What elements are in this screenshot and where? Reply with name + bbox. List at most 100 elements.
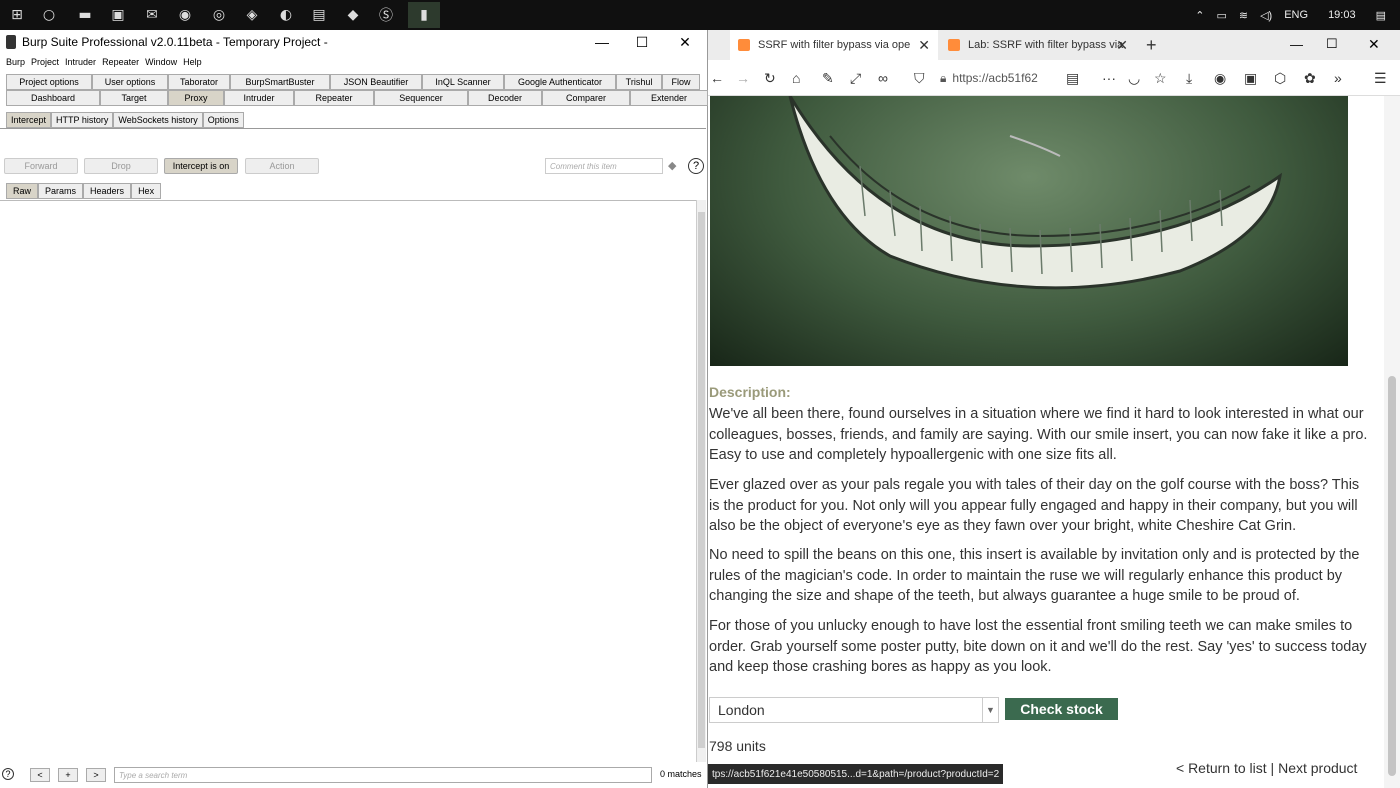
scrollbar-thumb[interactable] bbox=[698, 212, 705, 748]
hamburger-menu-icon[interactable]: ☰ bbox=[1374, 70, 1387, 87]
pocket-icon[interactable]: ◡ bbox=[1128, 70, 1140, 87]
close-icon[interactable]: ✕ bbox=[1368, 36, 1380, 53]
page-scrollbar-thumb[interactable] bbox=[1388, 376, 1396, 776]
action-button[interactable]: Action bbox=[245, 158, 319, 174]
tab-taborator[interactable]: Taborator bbox=[168, 74, 230, 90]
tab-json-beautifier[interactable]: JSON Beautifier bbox=[330, 74, 422, 90]
cortana-icon[interactable]: ○ bbox=[38, 4, 60, 26]
more-icon[interactable]: ··· bbox=[1102, 70, 1116, 86]
tab-dashboard[interactable]: Dashboard bbox=[6, 90, 100, 106]
wrench-icon[interactable]: ✎ bbox=[822, 70, 834, 87]
reader-icon[interactable]: ▤ bbox=[1066, 70, 1079, 87]
intercept-toggle-button[interactable]: Intercept is on bbox=[164, 158, 238, 174]
windows-start-icon[interactable]: ⊞ bbox=[6, 4, 28, 26]
new-tab-button[interactable]: + bbox=[1146, 35, 1157, 56]
prev-match-button[interactable]: < bbox=[30, 768, 50, 782]
app-icon[interactable]: ◆ bbox=[342, 4, 364, 26]
help-icon[interactable]: ? bbox=[688, 158, 704, 174]
tab-trishul[interactable]: Trishul bbox=[616, 74, 662, 90]
chevron-down-icon[interactable]: ▼ bbox=[982, 698, 998, 722]
browser-tab-1[interactable]: SSRF with filter bypass via ope ✕ bbox=[730, 30, 938, 60]
skype-icon[interactable]: Ⓢ bbox=[375, 4, 397, 26]
mail-icon[interactable]: ✉ bbox=[141, 4, 163, 26]
browser-tab-2[interactable]: Lab: SSRF with filter bypass via ✕ bbox=[940, 30, 1136, 60]
file-explorer-icon[interactable]: ▬ bbox=[74, 4, 96, 26]
tab-repeater[interactable]: Repeater bbox=[294, 90, 374, 106]
search-input[interactable]: Type a search term bbox=[114, 767, 652, 783]
shield-app-icon[interactable]: ◈ bbox=[241, 4, 263, 26]
minimize-icon[interactable]: — bbox=[1290, 37, 1303, 52]
chrome-icon[interactable]: ◎ bbox=[208, 4, 230, 26]
drop-button[interactable]: Drop bbox=[84, 158, 158, 174]
tab-intruder[interactable]: Intruder bbox=[224, 90, 294, 106]
forward-icon[interactable]: → bbox=[736, 70, 750, 86]
bookmark-star-icon[interactable]: ☆ bbox=[1154, 70, 1167, 87]
add-button[interactable]: + bbox=[58, 768, 78, 782]
menu-window[interactable]: Window bbox=[145, 57, 177, 67]
tab-websockets-history[interactable]: WebSockets history bbox=[113, 112, 203, 128]
request-editor[interactable] bbox=[0, 200, 696, 762]
volume-icon[interactable]: ◁) bbox=[1260, 9, 1272, 22]
download-icon[interactable]: ⤓ bbox=[1186, 70, 1192, 87]
edge-icon[interactable]: ◉ bbox=[174, 4, 196, 26]
puzzle-icon[interactable]: ✿ bbox=[1304, 70, 1316, 87]
mask-icon[interactable]: ∞ bbox=[878, 70, 888, 86]
tab-hex[interactable]: Hex bbox=[131, 183, 162, 199]
tab-options[interactable]: Options bbox=[202, 112, 244, 128]
network-icon[interactable]: ▭ bbox=[1216, 9, 1226, 22]
next-product-link[interactable]: Next product bbox=[1278, 760, 1357, 776]
tab-close-icon[interactable]: ✕ bbox=[1116, 37, 1128, 54]
reload-icon[interactable]: ↻ bbox=[764, 70, 776, 87]
tab-target[interactable]: Target bbox=[100, 90, 168, 106]
menu-project[interactable]: Project bbox=[31, 57, 59, 67]
tab-proxy[interactable]: Proxy bbox=[168, 90, 224, 106]
close-icon[interactable]: ✕ bbox=[663, 30, 707, 54]
tab-flow[interactable]: Flow bbox=[662, 74, 700, 90]
home-icon[interactable]: ⌂ bbox=[792, 70, 800, 86]
chevron-up-icon[interactable]: ⌃ bbox=[1195, 9, 1204, 22]
tab-inql-scanner[interactable]: InQL Scanner bbox=[422, 74, 504, 90]
terminal-icon[interactable]: ▤ bbox=[308, 4, 330, 26]
menu-repeater[interactable]: Repeater bbox=[102, 57, 139, 67]
wifi-icon[interactable]: ≋ bbox=[1239, 9, 1248, 22]
back-icon[interactable]: ← bbox=[710, 70, 724, 86]
tab-headers[interactable]: Headers bbox=[83, 183, 132, 199]
store-select[interactable]: London ▼ bbox=[709, 697, 999, 723]
settings-extension-icon[interactable]: ⬡ bbox=[1274, 70, 1286, 87]
tab-close-icon[interactable]: ✕ bbox=[918, 37, 930, 54]
menu-intruder[interactable]: Intruder bbox=[65, 57, 96, 67]
firefox-icon[interactable]: ◐ bbox=[275, 4, 297, 26]
clock[interactable]: 19:03 bbox=[1328, 9, 1356, 21]
maximize-icon[interactable]: ☐ bbox=[620, 30, 664, 54]
forward-button[interactable]: Forward bbox=[4, 158, 78, 174]
resize-icon[interactable]: ⤢ bbox=[850, 70, 861, 87]
tab-params[interactable]: Params bbox=[38, 183, 84, 199]
menu-help[interactable]: Help bbox=[183, 57, 202, 67]
bottom-help-icon[interactable]: ? bbox=[2, 768, 14, 780]
overflow-icon[interactable]: » bbox=[1334, 70, 1342, 86]
tab-user-options[interactable]: User options bbox=[92, 74, 168, 90]
tab-project-options[interactable]: Project options bbox=[6, 74, 92, 90]
tab-decoder[interactable]: Decoder bbox=[468, 90, 542, 106]
burp-taskbar-icon[interactable]: ▮ bbox=[408, 2, 440, 28]
tab-burpsmartbuster[interactable]: BurpSmartBuster bbox=[230, 74, 330, 90]
minimize-icon[interactable]: — bbox=[580, 30, 624, 54]
comment-field[interactable]: Comment this item bbox=[545, 158, 663, 174]
tab-extender[interactable]: Extender bbox=[630, 90, 708, 106]
menu-burp[interactable]: Burp bbox=[6, 57, 25, 67]
store-icon[interactable]: ▣ bbox=[107, 4, 129, 26]
page-scrollbar[interactable] bbox=[1384, 96, 1400, 788]
next-match-button[interactable]: > bbox=[86, 768, 106, 782]
highlight-icon[interactable]: ◆ bbox=[668, 159, 676, 172]
extension-icon[interactable]: ◉ bbox=[1214, 70, 1226, 87]
editor-scrollbar[interactable] bbox=[696, 200, 706, 762]
tab-sequencer[interactable]: Sequencer bbox=[374, 90, 468, 106]
burp-extension-icon[interactable]: ▣ bbox=[1244, 70, 1257, 87]
return-to-list-link[interactable]: < Return to list bbox=[1176, 760, 1267, 776]
tab-raw[interactable]: Raw bbox=[6, 183, 39, 199]
maximize-icon[interactable]: ☐ bbox=[1326, 36, 1338, 52]
check-stock-button[interactable]: Check stock bbox=[1005, 698, 1118, 720]
language-indicator[interactable]: ENG bbox=[1284, 9, 1308, 21]
notifications-icon[interactable]: ▤ bbox=[1376, 9, 1386, 22]
tab-intercept[interactable]: Intercept bbox=[6, 112, 52, 128]
